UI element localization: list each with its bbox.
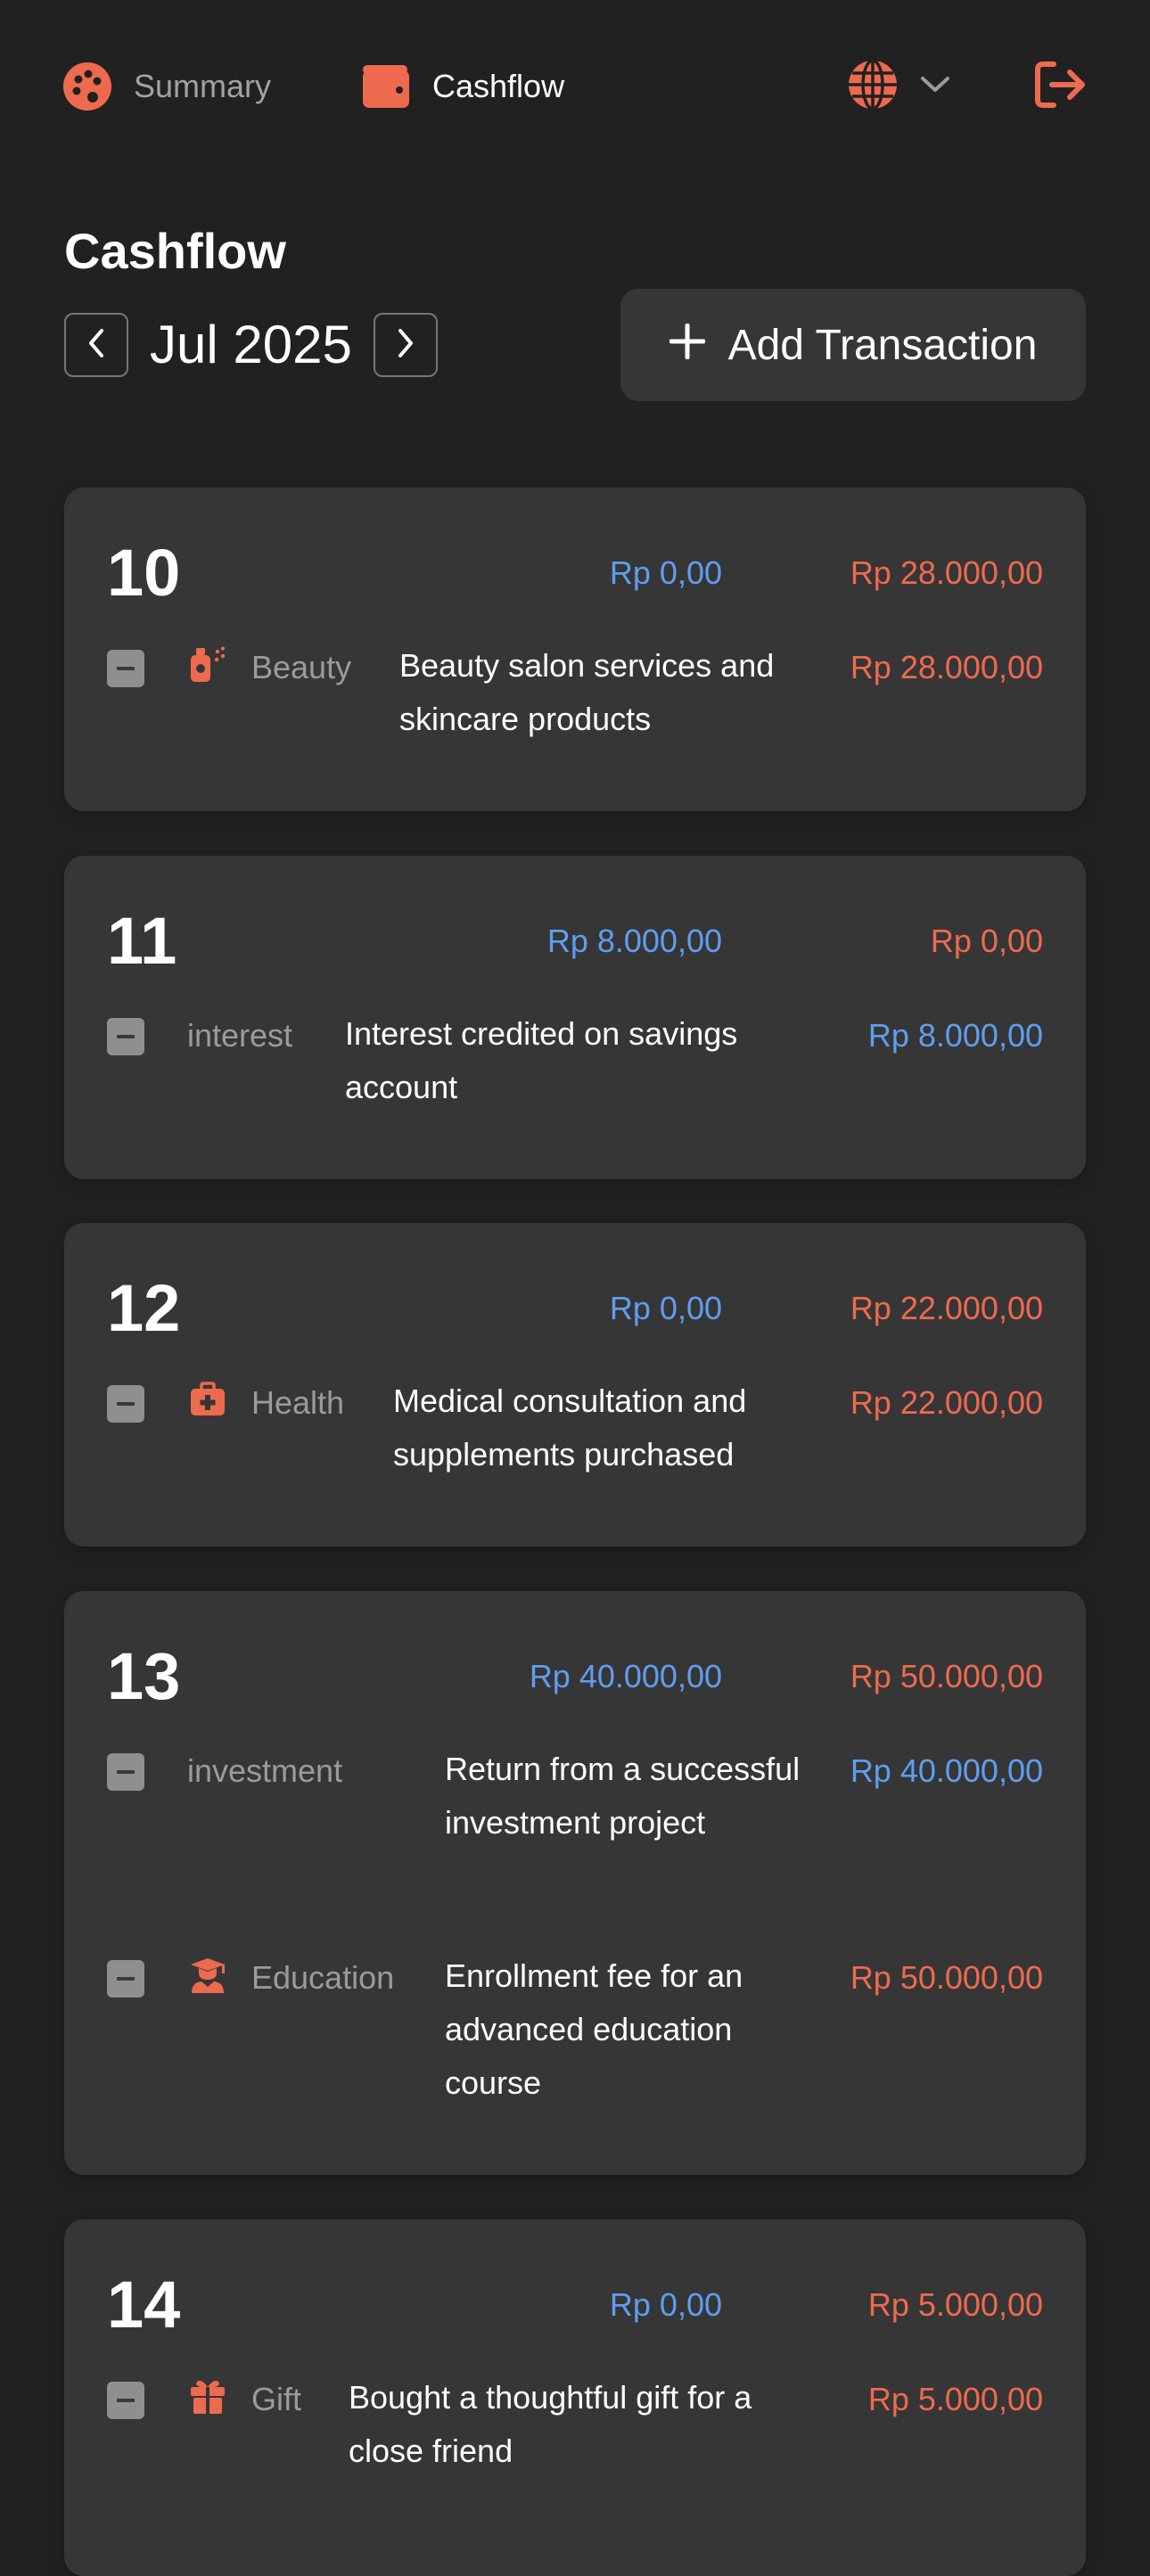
day-income-total: Rp 8.000,00 [546,923,722,959]
transaction-description: Medical consultation and supplements pur… [393,1382,747,1473]
previous-month-button[interactable] [64,313,128,377]
day-expense-total: Rp 0,00 [930,923,1043,959]
transaction-category: Education [251,1959,395,1996]
wallet-icon [361,63,411,110]
transaction-description: Enrollment fee for an advanced education… [445,1957,743,2101]
transaction-amount: Rp 5.000,00 [867,2381,1043,2417]
transaction-amount: Rp 28.000,00 [850,649,1043,685]
transaction-description: Beauty salon services and skincare produ… [399,647,775,737]
transaction-category: investment [187,1752,343,1789]
day-expense-total: Rp 22.000,00 [850,1290,1043,1326]
day-card: 14 Rp 0,00 Rp 5.000,00 Gift Bought a tho… [64,2219,1086,2576]
globe-icon [847,58,899,115]
day-number: 11 [107,904,177,978]
delete-transaction-button[interactable] [107,1385,144,1423]
transaction-category: interest [187,1017,293,1054]
graduate-icon [189,1957,225,1993]
day-expense-total: Rp 28.000,00 [850,554,1043,591]
delete-transaction-button[interactable] [107,1018,144,1055]
day-expense-total: Rp 5.000,00 [867,2286,1043,2323]
delete-transaction-button[interactable] [107,2382,144,2419]
month-navigator: Jul 2025 [64,313,438,377]
day-expense-total: Rp 50.000,00 [850,1658,1043,1694]
transaction-amount: Rp 40.000,00 [850,1752,1043,1789]
chevron-down-icon [920,76,950,98]
day-card: 10 Rp 0,00 Rp 28.000,00 Beauty Beauty sa… [64,488,1086,811]
nav-cashflow[interactable]: Cashflow [361,55,564,118]
delete-transaction-button[interactable] [107,1753,144,1791]
palette-icon [62,62,112,111]
day-number: 14 [107,2268,181,2342]
transaction-category: Health [251,1384,345,1421]
gift-icon [189,2378,225,2414]
transaction-category: Beauty [251,649,352,685]
top-navigation: Summary Cashflow [0,0,1150,174]
delete-transaction-button[interactable] [107,650,144,687]
language-selector[interactable] [847,55,950,118]
logout-button[interactable] [1034,55,1088,118]
nav-summary[interactable]: Summary [62,55,271,118]
day-card: 12 Rp 0,00 Rp 22.000,00 Health Medical c… [64,1223,1086,1546]
add-transaction-button[interactable]: Add Transaction [620,289,1086,401]
transaction-description: Interest credited on savings account [345,1015,738,1105]
current-month: Jul 2025 [150,315,352,374]
add-transaction-label: Add Transaction [727,321,1038,369]
day-number: 13 [107,1639,181,1713]
beauty-icon [189,646,226,682]
day-number: 12 [107,1271,181,1345]
day-income-total: Rp 40.000,00 [529,1658,722,1694]
page-title: Cashflow [64,223,286,279]
transaction-amount: Rp 50.000,00 [850,1959,1043,1996]
nav-cashflow-label: Cashflow [432,68,565,104]
medical-kit-icon [189,1382,225,1417]
logout-icon [1034,61,1088,113]
plus-icon [669,321,706,370]
transaction-amount: Rp 8.000,00 [867,1017,1043,1054]
day-income-total: Rp 0,00 [609,1290,722,1326]
transaction-category: Gift [251,2381,302,2417]
day-income-total: Rp 0,00 [609,554,722,591]
next-month-button[interactable] [373,313,438,377]
chevron-left-icon [86,328,106,363]
transaction-description: Bought a thoughtful gift for a close fri… [349,2379,752,2469]
transaction-description: Return from a successful investment proj… [445,1751,801,1841]
transaction-amount: Rp 22.000,00 [850,1384,1043,1421]
day-card: 13 Rp 40.000,00 Rp 50.000,00 investment … [64,1591,1086,2175]
day-number: 10 [107,536,181,610]
chevron-right-icon [396,328,415,363]
day-card: 11 Rp 8.000,00 Rp 0,00 interest Interest… [64,856,1086,1179]
day-income-total: Rp 0,00 [609,2286,722,2323]
nav-summary-label: Summary [134,68,272,104]
delete-transaction-button[interactable] [107,1960,144,1998]
